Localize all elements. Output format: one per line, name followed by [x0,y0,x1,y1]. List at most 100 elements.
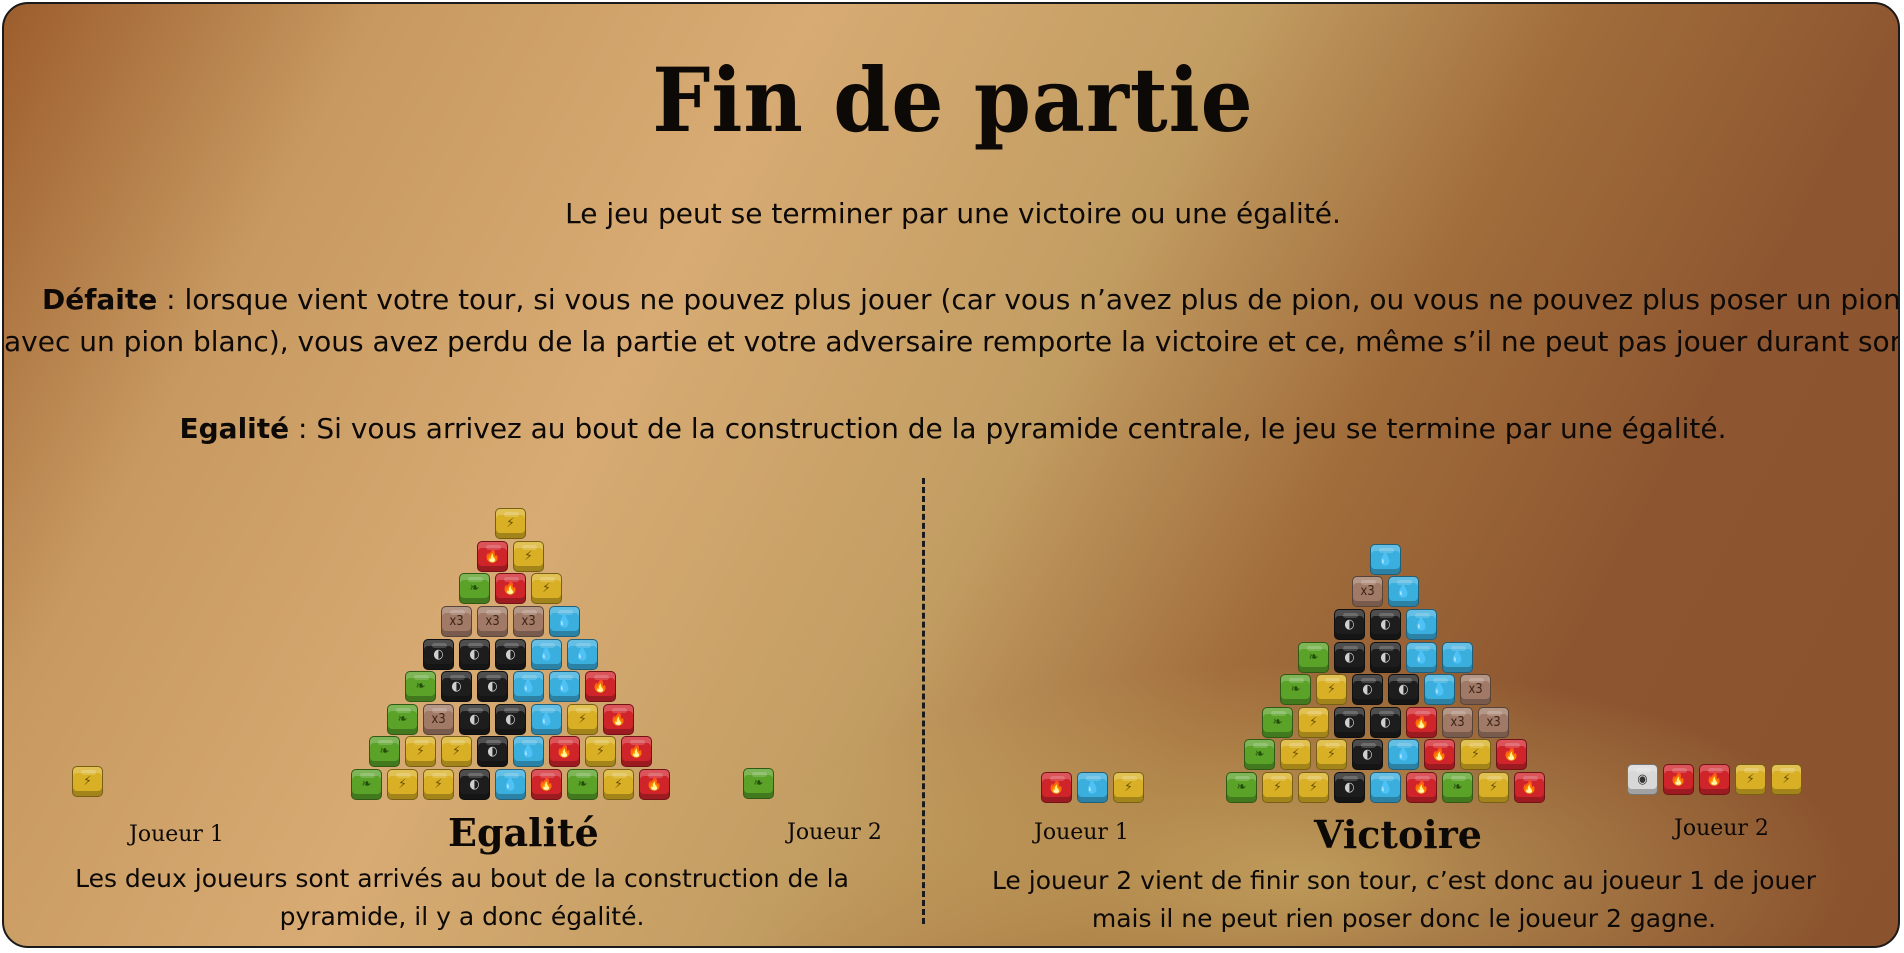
flame-icon: 🔥 [1670,772,1687,787]
piece-yellow: ⚡ [387,769,418,800]
piece-yellow: ⚡ [1316,739,1347,770]
page-title: Fin de partie [652,48,1254,152]
leaf-icon: ❧ [1272,715,1283,730]
flame-icon: 🔥 [1706,772,1723,787]
piece-red: 🔥 [531,769,562,800]
leaf-icon: ❧ [577,777,588,792]
leaf-icon: ❧ [1254,747,1265,762]
flame-icon: 🔥 [484,549,501,564]
flame-icon: 🔥 [1431,747,1448,762]
moon-icon: ◐ [1344,715,1355,730]
result-egalite: Egalité [448,810,599,855]
moon-icon: ◐ [1398,682,1409,697]
caption-victoire: Le joueur 2 vient de finir son tour, c’e… [991,866,1817,933]
x3-icon: x3 [1486,715,1501,730]
piece-blue: 💧 [549,671,580,702]
defaite-keyword: Défaite [42,283,158,316]
moon-icon: ◐ [433,647,444,662]
piece-black: ◐ [1370,642,1401,673]
piece-white: ◉ [1627,764,1658,795]
intro-text: Le jeu peut se terminer par une victoire… [565,197,1341,230]
piece-black: ◐ [423,639,454,670]
piece-red: 🔥 [1041,772,1072,803]
flame-icon: 🔥 [646,777,663,792]
leaf-icon: ❧ [397,712,408,727]
flame-icon: 🔥 [610,712,627,727]
piece-green: ❧ [387,704,418,735]
lightning-icon: ⚡ [1124,780,1133,795]
piece-yellow: ⚡ [441,736,472,767]
piece-red: 🔥 [1496,739,1527,770]
player1-label: Joueur 1 [129,822,224,847]
x3-icon: x3 [449,614,464,629]
piece-black: ◐ [1352,739,1383,770]
piece-yellow: ⚡ [1478,772,1509,803]
dot-icon: ◉ [1637,772,1648,787]
flame-icon: 🔥 [1503,747,1520,762]
piece-blue: 💧 [513,671,544,702]
piece-black: ◐ [477,736,508,767]
piece-red: 🔥 [1699,764,1730,795]
lightning-icon: ⚡ [506,516,515,531]
piece-black: ◐ [1334,772,1365,803]
leaf-icon: ❧ [1236,780,1247,795]
x3-icon: x3 [1468,682,1483,697]
piece-black: ◐ [1352,674,1383,705]
defaite-rule-line1: Défaite : lorsque vient votre tour, si v… [42,283,1900,316]
flame-icon: 🔥 [1413,715,1430,730]
piece-yellow: ⚡ [1771,764,1802,795]
piece-green: ❧ [1262,707,1293,738]
piece-brown: x3 [1442,707,1473,738]
piece-black: ◐ [1334,609,1365,640]
caption-egalite: Les deux joueurs sont arrivés au bout de… [75,864,849,931]
moon-icon: ◐ [1380,715,1391,730]
piece-black: ◐ [477,671,508,702]
piece-brown: x3 [441,606,472,637]
piece-brown: x3 [477,606,508,637]
dashed-divider [922,478,925,924]
lightning-icon: ⚡ [398,777,407,792]
defaite-rule-line2: avec un pion blanc), vous avez perdu de … [4,325,1900,358]
piece-green: ❧ [1244,739,1275,770]
piece-red: 🔥 [477,541,508,572]
defaite-text-1: : lorsque vient votre tour, si vous ne p… [166,283,1900,316]
lightning-icon: ⚡ [416,744,425,759]
water-drop-icon: 💧 [1395,584,1412,599]
piece-yellow: ⚡ [1298,707,1329,738]
moon-icon: ◐ [1344,650,1355,665]
player1-label: Joueur 1 [1034,820,1129,845]
lightning-icon: ⚡ [542,581,551,596]
water-drop-icon: 💧 [1084,780,1101,795]
water-drop-icon: 💧 [1395,747,1412,762]
piece-blue: 💧 [1370,772,1401,803]
piece-blue: 💧 [1388,739,1419,770]
result-victoire: Victoire [1314,812,1482,857]
moon-icon: ◐ [469,712,480,727]
piece-red: 🔥 [549,736,580,767]
lightning-icon: ⚡ [83,774,92,789]
moon-icon: ◐ [469,777,480,792]
lightning-icon: ⚡ [1489,780,1498,795]
water-drop-icon: 💧 [1431,682,1448,697]
leaf-icon: ❧ [1290,682,1301,697]
moon-icon: ◐ [1344,780,1355,795]
water-drop-icon: 💧 [556,614,573,629]
lightning-icon: ⚡ [452,744,461,759]
piece-green: ❧ [1298,642,1329,673]
piece-black: ◐ [459,704,490,735]
piece-black: ◐ [1388,674,1419,705]
piece-brown: x3 [1460,674,1491,705]
piece-yellow: ⚡ [1280,739,1311,770]
moon-icon: ◐ [469,647,480,662]
x3-icon: x3 [485,614,500,629]
water-drop-icon: 💧 [1377,780,1394,795]
water-drop-icon: 💧 [502,777,519,792]
rules-panel: Fin de partie Le jeu peut se terminer pa… [2,2,1900,948]
flame-icon: 🔥 [538,777,555,792]
lightning-icon: ⚡ [1327,747,1336,762]
piece-yellow: ⚡ [423,769,454,800]
leaf-icon: ❧ [1308,650,1319,665]
lightning-icon: ⚡ [614,777,623,792]
water-drop-icon: 💧 [1413,650,1430,665]
piece-red: 🔥 [495,573,526,604]
